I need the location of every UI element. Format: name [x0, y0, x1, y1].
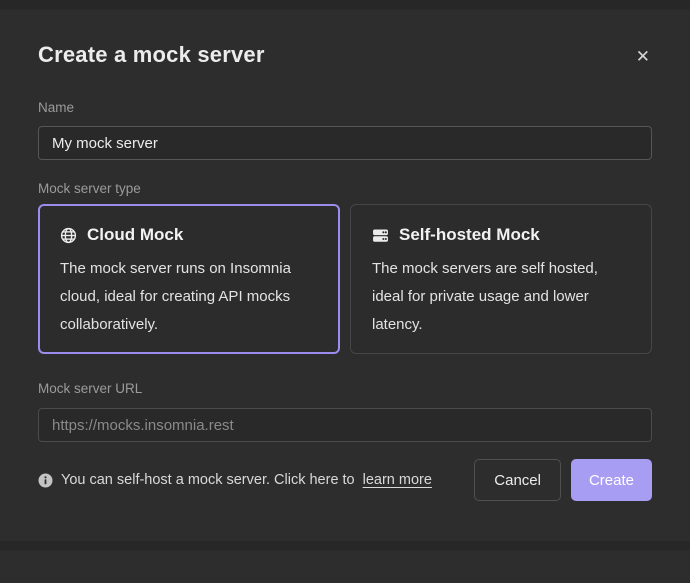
self-hosted-mock-title: Self-hosted Mock	[399, 225, 540, 245]
hint-text: You can self-host a mock server. Click h…	[61, 472, 355, 488]
dialog-footer: You can self-host a mock server. Click h…	[38, 459, 652, 501]
dialog-title: Create a mock server	[38, 42, 265, 68]
cloud-mock-card[interactable]: Cloud Mock The mock server runs on Insom…	[38, 204, 340, 354]
info-icon	[38, 473, 53, 488]
url-label: Mock server URL	[38, 381, 652, 396]
globe-icon	[60, 227, 77, 244]
cloud-mock-title: Cloud Mock	[87, 225, 183, 245]
learn-more-link[interactable]: learn more	[363, 472, 432, 488]
self-hosted-title-row: Self-hosted Mock	[372, 225, 630, 245]
create-mock-server-dialog: Create a mock server ✕ Name Mock server …	[0, 42, 690, 583]
create-button[interactable]: Create	[571, 459, 652, 501]
self-host-hint: You can self-host a mock server. Click h…	[38, 472, 432, 488]
mock-type-options: Cloud Mock The mock server runs on Insom…	[38, 204, 652, 354]
close-icon[interactable]: ✕	[634, 44, 652, 69]
self-hosted-mock-description: The mock servers are self hosted, ideal …	[372, 255, 630, 339]
type-label: Mock server type	[38, 181, 652, 196]
name-label: Name	[38, 100, 652, 115]
cloud-mock-description: The mock server runs on Insomnia cloud, …	[60, 255, 318, 339]
cancel-button[interactable]: Cancel	[474, 459, 561, 501]
mock-server-url-input[interactable]	[38, 408, 652, 442]
cloud-mock-title-row: Cloud Mock	[60, 225, 318, 245]
name-input[interactable]	[38, 126, 652, 160]
dialog-header: Create a mock server ✕	[38, 42, 652, 69]
server-icon	[372, 227, 389, 244]
self-hosted-mock-card[interactable]: Self-hosted Mock The mock servers are se…	[350, 204, 652, 354]
dialog-actions: Cancel Create	[474, 459, 652, 501]
